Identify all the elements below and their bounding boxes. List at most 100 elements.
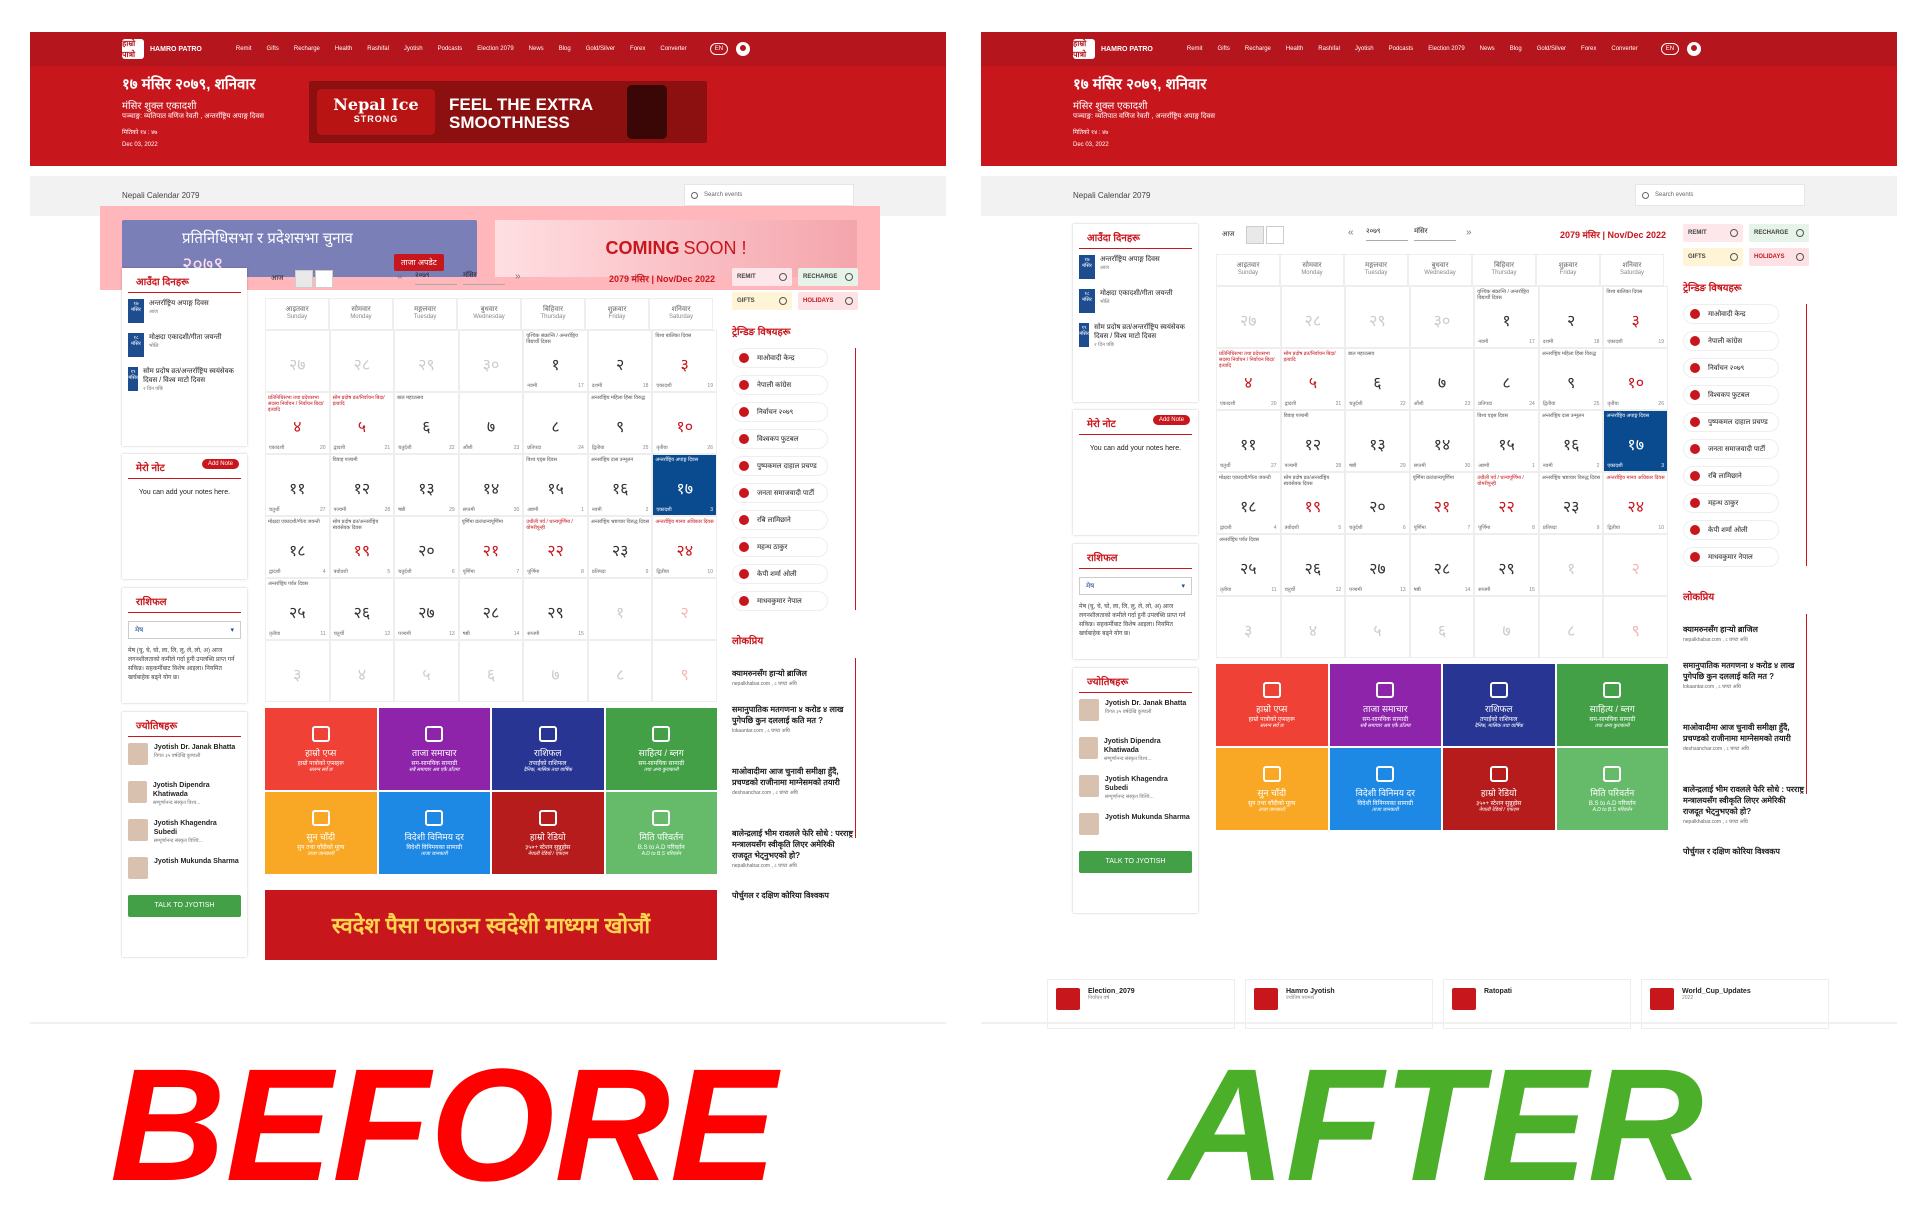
upcoming-event[interactable]: १९ मंसिर सोम प्रदोष व्रत/अन्तर्राष्ट्रिय … [1079, 323, 1192, 351]
trending-item[interactable]: महन्थ ठाकुर [732, 537, 828, 557]
calendar-day[interactable]: ७ औंशी 23 [458, 392, 524, 454]
brand-name[interactable]: HAMRO PATRO [1101, 46, 1153, 53]
calendar-day[interactable]: वृश्चिक संक्रान्ति / अन्तर्राष्ट्रिय विद… [1474, 286, 1539, 348]
calendar-day[interactable]: अन्तर्राष्ट्रिय महिला हिंसा विरुद्ध ९ द्वि… [1538, 348, 1604, 410]
calendar-day[interactable]: २६ चतुर्थी 12 [1280, 534, 1346, 596]
calendar-day[interactable]: १० तृतीया 26 [652, 392, 717, 454]
calendar-day[interactable]: अन्तर्राष्ट्रिय अपाङ्ग दिवस १७ एकादशी 3 [1603, 410, 1668, 472]
feature-tile[interactable]: ताजा समाचार सम-सामयिक सामाग्री सबै समाचार … [378, 708, 490, 790]
calendar-day[interactable]: विश्व एड्स दिवस १५ अष्टमी 1 [1474, 410, 1539, 472]
trending-item[interactable]: माधवकुमार नेपाल [1683, 547, 1779, 567]
feature-tile[interactable]: साहित्य / ब्लग सम-सामयिक सामाग्री तथा अन्य… [605, 708, 717, 790]
calendar-day[interactable]: २८ [329, 330, 395, 392]
month-select[interactable]: मंसिर [1414, 227, 1456, 241]
calendar-day[interactable]: उधौली पर्व / धान्यपूर्णिमा / योमरीपुन्ही… [523, 516, 588, 578]
nav-item[interactable]: Recharge [294, 46, 320, 52]
calendar-day[interactable]: विश्व बालिका दिवस ३ एकादशी 19 [652, 330, 717, 392]
list-view-icon[interactable] [315, 270, 333, 288]
calendar-day[interactable]: उधौली पर्व / धान्यपूर्णिमा / योमरीपुन्ही… [1474, 472, 1539, 534]
grid-view-icon[interactable] [1246, 226, 1264, 244]
user-icon[interactable] [736, 42, 751, 56]
nav-item[interactable]: Rashifal [1318, 46, 1340, 52]
calendar-day[interactable]: २ [1603, 534, 1668, 596]
calendar-day[interactable]: १ [1538, 534, 1604, 596]
quick-link-chip[interactable]: HOLIDAYS [798, 292, 858, 310]
feature-tile[interactable]: विदेशी विनिमय दर विदेशी विनिमयका सामाग्री… [1329, 748, 1441, 830]
logo[interactable]: हाम्रो पात्रो [1073, 39, 1095, 59]
talk-to-jyotish-button[interactable]: TALK TO JYOTISH [1079, 851, 1192, 873]
popular-news-item[interactable]: पोर्चुगल र दक्षिण कोरिया विश्वकप [1683, 846, 1807, 857]
nav-item[interactable]: Recharge [1245, 46, 1271, 52]
trending-item[interactable]: केपी शर्मा ओली [732, 564, 828, 584]
popular-news-item[interactable]: क्यामरुनसँग हार्‍यो ब्राजिल nepalkhabar.c… [1683, 624, 1807, 643]
calendar-day[interactable]: बाल महाउत्सव ६ चतुर्दशी 22 [394, 392, 459, 454]
search-input[interactable]: Search events [684, 184, 854, 206]
jyotish-item[interactable]: Jyotish Dipendra Khatiwada सम्पूर्णानन्द … [128, 781, 241, 813]
calendar-day[interactable]: ५ [394, 640, 459, 702]
popular-news-item[interactable]: समानुपातिक मतगणना ४ करोड ४ लाख पुगेपछि क… [1683, 660, 1807, 690]
calendar-day[interactable]: ३ [265, 640, 330, 702]
prev-arrow-icon[interactable]: « [397, 271, 403, 282]
calendar-day[interactable]: ८ [587, 640, 653, 702]
nav-item[interactable]: Jyotish [1355, 46, 1374, 52]
calendar-day[interactable]: सोम प्रदोष व्रत/निर्वाचन बिदा/इत्यादि ५ द्… [1280, 348, 1346, 410]
quick-link-chip[interactable]: REMIT [732, 268, 792, 286]
calendar-day[interactable]: २ दशमी 18 [1538, 286, 1604, 348]
calendar-day[interactable]: ४ [1280, 596, 1346, 658]
popular-news-item[interactable]: पोर्चुगल र दक्षिण कोरिया विश्वकप [732, 890, 856, 901]
calendar-day[interactable]: विश्व एड्स दिवस १५ अष्टमी 1 [523, 454, 588, 516]
feature-tile[interactable]: हाम्रो एप्स हाम्रो पात्रोको एप्सहरू सलग्न … [1216, 664, 1328, 746]
calendar-day[interactable]: ११ चतुर्थी 27 [1216, 410, 1281, 472]
calendar-day[interactable]: सोम प्रदोष व्रत/अन्तर्राष्ट्रिय स्वयंसेव… [329, 516, 395, 578]
calendar-day[interactable]: ३० [1409, 286, 1475, 348]
jyotish-item[interactable]: Jyotish Mukunda Sharma [128, 857, 241, 889]
prev-arrow-icon[interactable]: « [1348, 227, 1354, 238]
popular-news-item[interactable]: क्यामरुनसँग हार्‍यो ब्राजिल nepalkhabar.c… [732, 668, 856, 687]
calendar-day[interactable]: २७ पञ्चमी 13 [394, 578, 459, 640]
nav-item[interactable]: Election 2079 [477, 46, 513, 52]
jyotish-item[interactable]: Jyotish Dipendra Khatiwada सम्पूर्णानन्द … [1079, 737, 1192, 769]
trending-item[interactable]: पुष्पकमल दाहाल प्रचण्ड [732, 456, 828, 476]
upcoming-event[interactable]: १८ मंसिर मोक्षदा एकादशी/गीता जयन्ती भोलि [1079, 289, 1192, 317]
trending-item[interactable]: नेपाली कांग्रेस [1683, 331, 1779, 351]
nav-item[interactable]: Podcasts [438, 46, 463, 52]
language-toggle[interactable]: EN [1660, 43, 1680, 55]
trending-item[interactable]: नेपाली कांग्रेस [732, 375, 828, 395]
next-arrow-icon[interactable]: » [1466, 227, 1472, 238]
nav-item[interactable]: Jyotish [404, 46, 423, 52]
jyotish-item[interactable]: Jyotish Dr. Janak Bhatta विगत ३५ वर्षदेखि… [128, 743, 241, 775]
nav-item[interactable]: Rashifal [367, 46, 389, 52]
popular-news-item[interactable]: बालेन्द्रलाई भीम रावलले फेरि सोधे : पररा… [1683, 784, 1807, 825]
popular-news-item[interactable]: समानुपातिक मतगणना ४ करोड ४ लाख पुगेपछि क… [732, 704, 856, 734]
trending-item[interactable]: महन्थ ठाकुर [1683, 493, 1779, 513]
trending-item[interactable]: रबि लामिछाने [732, 510, 828, 530]
upcoming-event[interactable]: १७ मंसिर अन्तर्राष्ट्रिय अपाङ्ग दिवस आज [1079, 255, 1192, 283]
trending-item[interactable]: विश्वकप फुटबल [1683, 385, 1779, 405]
calendar-day[interactable]: ८ प्रतिपदा 24 [1474, 348, 1539, 410]
calendar-day[interactable]: विश्व बालिका दिवस ३ एकादशी 19 [1603, 286, 1668, 348]
calendar-day[interactable]: १४ सप्तमी 30 [1409, 410, 1475, 472]
calendar-day[interactable]: २९ सप्तमी 15 [523, 578, 588, 640]
trending-item[interactable]: निर्वाचन २०७९ [1683, 358, 1779, 378]
calendar-day[interactable]: ९ [1603, 596, 1668, 658]
jyotish-item[interactable]: Jyotish Khagendra Subedi सम्पूर्णानन्द सं… [1079, 775, 1192, 807]
calendar-day[interactable]: ४ [329, 640, 395, 702]
feature-tile[interactable]: हाम्रो रेडियो ३५०+ स्टेशन सुन्नुहोस नेपाली… [1443, 748, 1555, 830]
quick-link-chip[interactable]: GIFTS [732, 292, 792, 310]
calendar-day[interactable]: अन्तर्राष्ट्रिय भ्रष्टाचार विरुद्ध दिवस २… [1538, 472, 1604, 534]
nav-item[interactable]: Health [1286, 46, 1303, 52]
feature-tile[interactable]: राशिफल तपाईंको राशिफल दैनिक, मासिक तथा वार… [1443, 664, 1555, 746]
jyotish-item[interactable]: Jyotish Mukunda Sharma [1079, 813, 1192, 845]
calendar-day[interactable]: ७ [1474, 596, 1539, 658]
calendar-day[interactable]: अन्तर्राष्ट्रिय मानव अधिकार दिवस २४ द्विती… [1603, 472, 1668, 534]
calendar-day[interactable]: १३ षष्ठी 29 [394, 454, 459, 516]
quick-link-chip[interactable]: HOLIDAYS [1749, 248, 1809, 266]
calendar-day[interactable]: विवाह पञ्चमी १२ पञ्चमी 28 [329, 454, 395, 516]
remit-ad[interactable]: स्वदेश पैसा पठाउन स्वदेशी माध्यम खोजौं [265, 890, 717, 960]
jyotish-item[interactable]: Jyotish Dr. Janak Bhatta विगत ३५ वर्षदेखि… [1079, 699, 1192, 731]
popular-news-item[interactable]: माओवादीमा आज चुनावी समीक्षा हुँदै, प्रचण… [1683, 722, 1807, 752]
calendar-day[interactable]: सोम प्रदोष व्रत/अन्तर्राष्ट्रिय स्वयंसेव… [1280, 472, 1346, 534]
calendar-day[interactable]: २८ षष्ठी 14 [458, 578, 524, 640]
calendar-day[interactable]: ३ [1216, 596, 1281, 658]
trending-item[interactable]: विश्वकप फुटबल [732, 429, 828, 449]
